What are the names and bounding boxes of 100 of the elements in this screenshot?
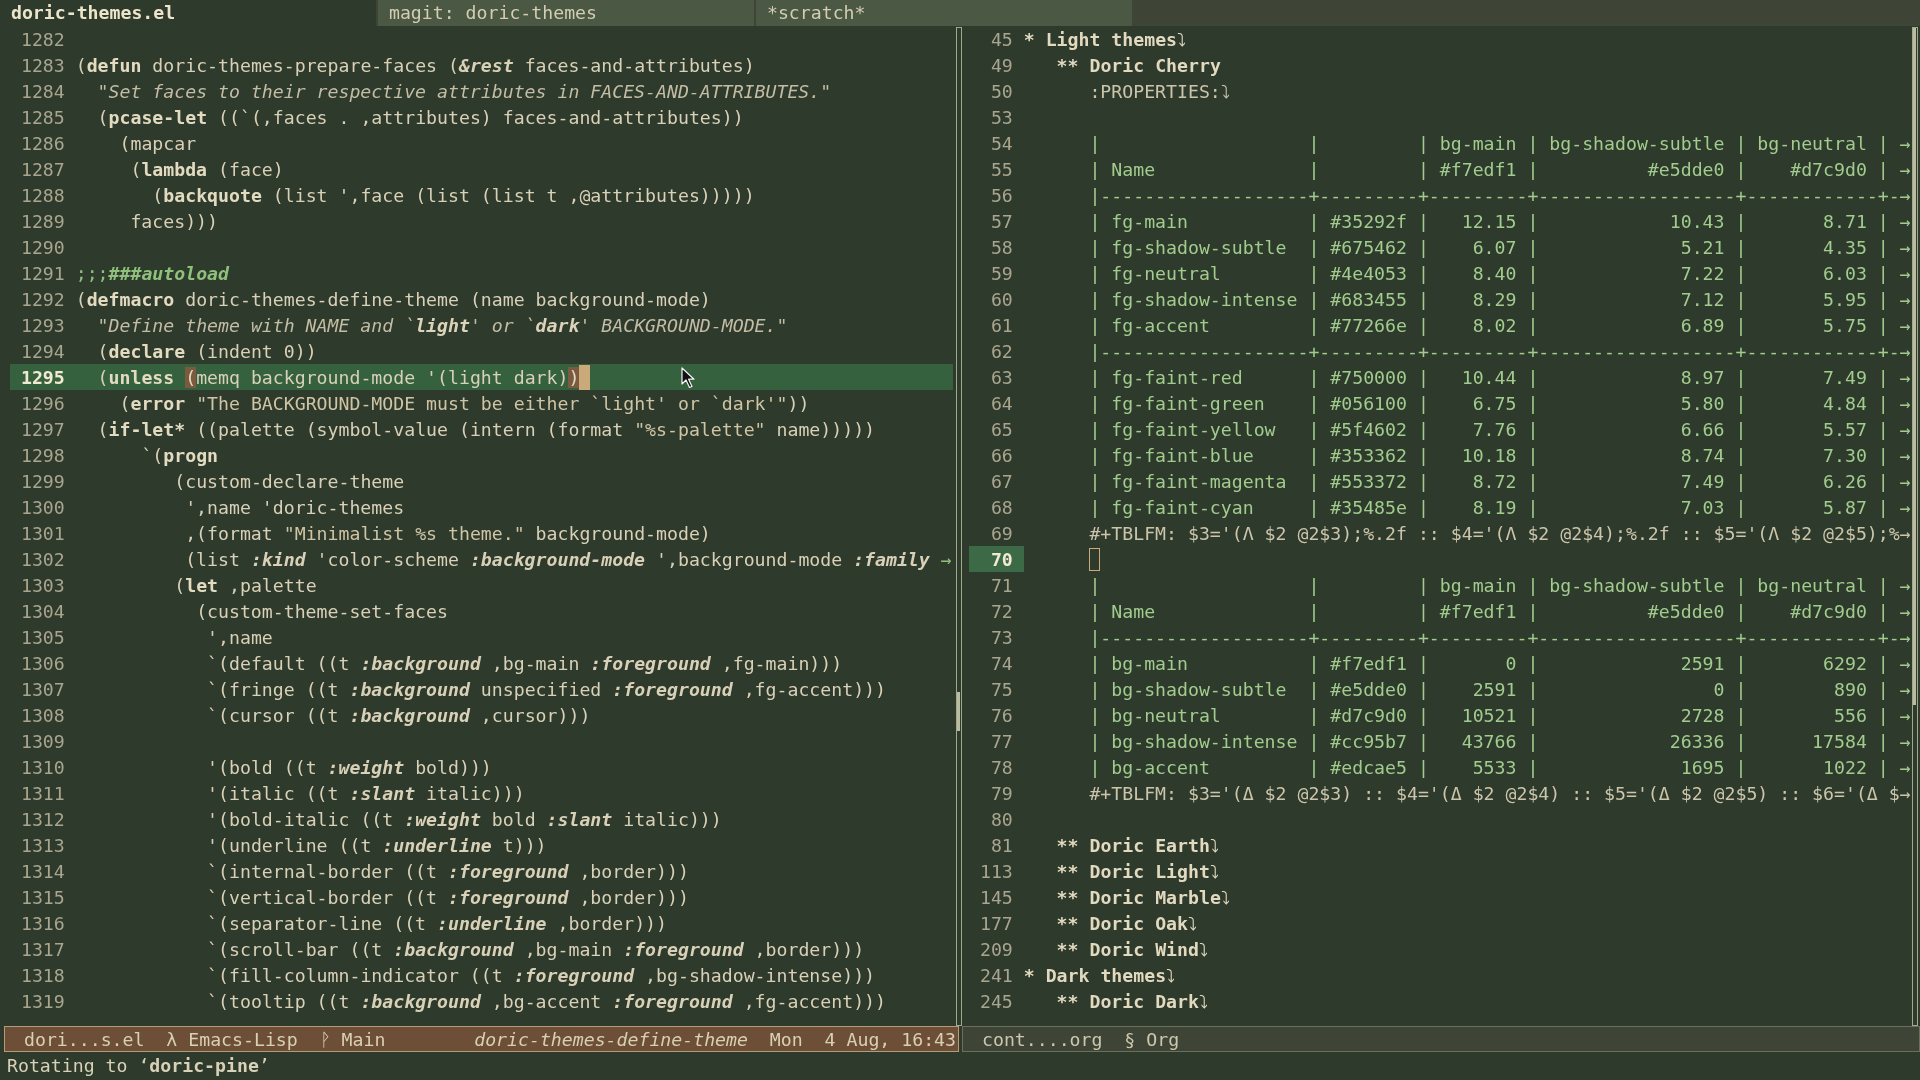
line-number: 241 (979, 964, 1013, 986)
line-number: 1307 (20, 678, 65, 700)
line-number: 1315 (20, 886, 65, 908)
line-number: 76 (990, 704, 1013, 726)
line-number: 1290 (20, 236, 65, 258)
echo-message: Rotating to ‘doric-pine’ (7, 1055, 270, 1076)
line-number: 1309 (20, 730, 65, 752)
line-number: 145 (979, 886, 1013, 908)
line-number: 1306 (20, 652, 65, 674)
line-number: 1311 (20, 782, 65, 804)
line-number: 177 (979, 912, 1013, 934)
line-number: 80 (990, 808, 1013, 830)
table-row: | fg-faint-magenta | #553372 | 8.72 | 7.49 | 6.26 | → (1089, 470, 1911, 492)
org-heading: * Light themes⤵ (1023, 28, 1187, 50)
line-number: 49 (990, 54, 1013, 76)
line-number: 58 (990, 236, 1013, 258)
line-number: 60 (990, 288, 1013, 310)
code-line: `(cursor ((t :background ,cursor))) (207, 704, 591, 726)
line-number: 1286 (20, 132, 65, 154)
table-row: |-------------------+---------+---------+------------------+------------+-→ (1089, 340, 1911, 362)
line-number: 1295 (20, 366, 65, 388)
scrollbar-track[interactable] (956, 27, 962, 1026)
line-number: 1308 (20, 704, 65, 726)
code-line: (custom-declare-theme (174, 470, 405, 492)
org-heading: ** Doric Wind⤵ (1056, 938, 1208, 960)
line-number: 69 (990, 522, 1013, 544)
code-line: (pcase-let ((`(,faces . ,attributes) faces-and-attributes)) (97, 106, 744, 128)
code-line: "Define theme with NAME and `light' or `dark' BACKGROUND-MODE." (97, 314, 788, 336)
code-line: (backquote (list ',face (list (list t ,@attributes))))) (152, 184, 755, 206)
line-number: 61 (990, 314, 1013, 336)
line-number: 56 (990, 184, 1013, 206)
line-number: 113 (979, 860, 1013, 882)
code-line: '(underline ((t :underline t))) (207, 834, 547, 856)
line-number: 1287 (20, 158, 65, 180)
current-function: doric-themes-define-theme (474, 1028, 748, 1050)
table-row: | Name | | #f7edf1 | #e5dde0 | #d7c9d0 | → (1089, 600, 1911, 622)
line-number: 1303 (20, 574, 65, 596)
table-row: | fg-shadow-subtle | #675462 | 6.07 | 5.21 | 4.35 | → (1089, 236, 1911, 258)
code-line: (custom-theme-set-faces (196, 600, 448, 622)
code-line: `(progn (141, 444, 219, 466)
code-line: `(internal-border ((t :foreground ,border))) (207, 860, 689, 882)
tab[interactable]: *scratch* (756, 0, 1132, 26)
line-number: 1296 (20, 392, 65, 414)
line-number: 1299 (20, 470, 65, 492)
scrollbar-thumb[interactable] (957, 692, 960, 731)
code-line: `(fringe ((t :background unspecified :foreground ,fg-accent))) (207, 678, 886, 700)
line-number: 1317 (20, 938, 65, 960)
line-number: 45 (990, 28, 1013, 50)
code-line: '(italic ((t :slant italic))) (207, 782, 525, 804)
code-line: `(default ((t :background ,bg-main :foreground ,fg-main))) (207, 652, 843, 674)
tab[interactable]: doric-themes.el (0, 0, 376, 26)
buffer-name: dori...s.el (24, 1028, 145, 1050)
line-number: 1314 (20, 860, 65, 882)
line-number: 1305 (20, 626, 65, 648)
line-number: 1313 (20, 834, 65, 856)
code-line: '(bold-italic ((t :weight bold :slant italic))) (207, 808, 722, 830)
table-row: | fg-main | #35292f | 12.15 | 10.43 | 8.71 | → (1089, 210, 1911, 232)
code-line: `(fill-column-indicator ((t :foreground ,bg-shadow-intense))) (207, 964, 876, 986)
org-heading: ** Doric Cherry (1056, 54, 1221, 76)
table-row: | fg-shadow-intense | #683455 | 8.29 | 7.12 | 5.95 | → (1089, 288, 1911, 310)
scrollbar-track[interactable] (1912, 27, 1918, 1026)
line-number: 1294 (20, 340, 65, 362)
code-line: (if-let* ((palette (symbol-value (intern (format "%s-palette" name))))) (97, 418, 876, 440)
property-drawer: :PROPERTIES:⤵ (1089, 80, 1230, 102)
line-number: 1297 (20, 418, 65, 440)
line-number: 65 (990, 418, 1013, 440)
scrollbar-thumb[interactable] (1913, 28, 1916, 705)
org-heading: * Dark themes⤵ (1023, 964, 1176, 986)
line-number: 1291 (20, 262, 65, 284)
line-number: 70 (990, 548, 1013, 570)
table-row: | bg-shadow-intense | #cc95b7 | 43766 | 26336 | 17584 | → (1089, 730, 1911, 752)
table-row: | bg-shadow-subtle | #e5dde0 | 2591 | 0 | 890 | → (1089, 678, 1911, 700)
code-line: (mapcar (119, 132, 197, 154)
code-line: (lambda (face) (130, 158, 284, 180)
table-row: |-------------------+---------+---------+------------------+------------+-→ (1089, 626, 1911, 648)
line-number: 1298 (20, 444, 65, 466)
table-formula: #+TBLFM: $3='(Δ $2 @2$3) :: $4='(Δ $2 @2$4) :: $5='(Δ $2 @2$5) :: $6='(Δ $→ (1089, 782, 1911, 804)
table-row: | | | bg-main | bg-shadow-subtle | bg-neutral | → (1089, 574, 1911, 596)
org-heading: ** Doric Dark⤵ (1056, 990, 1208, 1012)
line-number: 59 (990, 262, 1013, 284)
line-number: 79 (990, 782, 1013, 804)
code-line: (unless (memq background-mode '(light dark)) (97, 366, 580, 388)
table-row: | Name | | #f7edf1 | #e5dde0 | #d7c9d0 | → (1089, 158, 1911, 180)
line-number: 64 (990, 392, 1013, 414)
code-line: "Set faces to their respective attributes in FACES-AND-ATTRIBUTES." (97, 80, 832, 102)
line-number: 57 (990, 210, 1013, 232)
line-number: 50 (990, 80, 1013, 102)
code-line: ',name 'doric-themes (185, 496, 405, 518)
org-heading: ** Doric Light⤵ (1056, 860, 1219, 882)
table-row: | fg-faint-green | #056100 | 6.75 | 5.80 | 4.84 | → (1089, 392, 1911, 414)
line-number: 1292 (20, 288, 65, 310)
table-row: | fg-faint-blue | #353362 | 10.18 | 8.74 | 7.30 | → (1089, 444, 1911, 466)
table-row: | bg-main | #f7edf1 | 0 | 2591 | 6292 | → (1089, 652, 1911, 674)
tab[interactable]: magit: doric-themes (378, 0, 754, 26)
table-formula: #+TBLFM: $3='(Λ $2 @2$3);%.2f :: $4='(Λ $2 @2$4);%.2f :: $5='(Λ $2 @2$5);%→ (1089, 522, 1911, 544)
line-number: 77 (990, 730, 1013, 752)
line-number: 1316 (20, 912, 65, 934)
git-branch: ᚹ Main (319, 1028, 386, 1050)
org-heading: ** Doric Marble⤵ (1056, 886, 1230, 908)
org-heading: ** Doric Oak⤵ (1056, 912, 1197, 934)
